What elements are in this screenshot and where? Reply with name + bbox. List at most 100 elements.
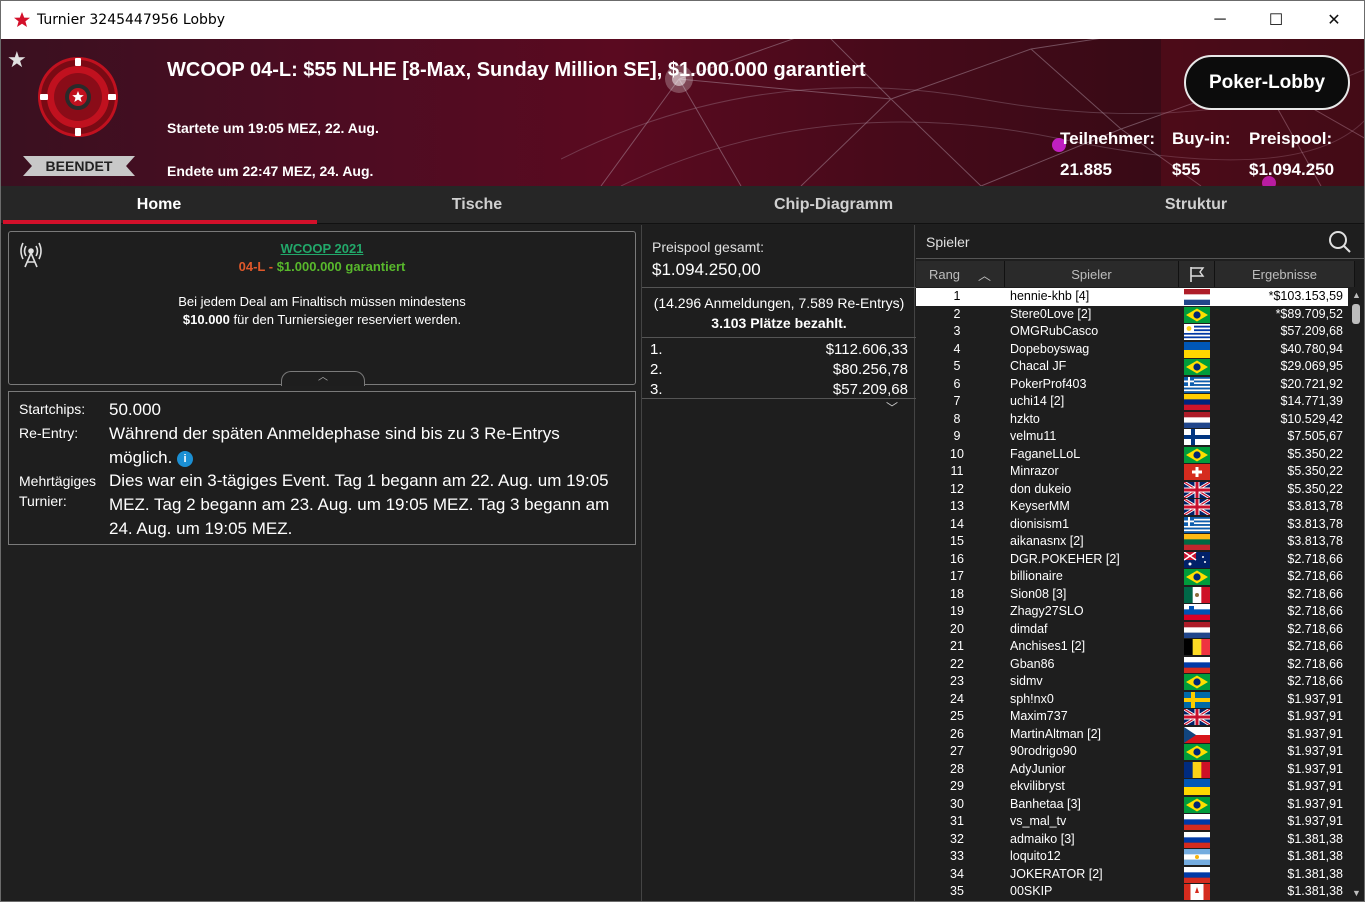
table-row[interactable]: 4 Dopeboyswag $40.780,94	[916, 341, 1348, 359]
table-row[interactable]: 18 Sion08 [3] $2.718,66	[916, 586, 1348, 604]
minimize-button[interactable]: ─	[1197, 1, 1243, 39]
country-flag-icon	[1184, 831, 1210, 848]
column-player[interactable]: Spieler	[1005, 261, 1179, 287]
player-payout: $3.813,78	[1287, 534, 1343, 548]
country-flag-icon	[1183, 497, 1211, 517]
table-row[interactable]: 7 uchi14 [2] $14.771,39	[916, 393, 1348, 411]
tab-structure[interactable]: Struktur	[1026, 186, 1364, 224]
player-name: sidmv	[1010, 674, 1043, 688]
collapse-toggle[interactable]: ︿	[281, 371, 365, 386]
players-scrollbar[interactable]: ▲ ▼	[1350, 288, 1362, 900]
table-row[interactable]: 26 MartinAltman [2] $1.937,91	[916, 726, 1348, 744]
table-row[interactable]: 2 Stere0Love [2] *$89.709,52	[916, 306, 1348, 324]
table-row[interactable]: 11 Minrazor $5.350,22	[916, 463, 1348, 481]
tab-tables[interactable]: Tische	[317, 186, 637, 224]
tab-home-label: Home	[136, 196, 182, 213]
table-row[interactable]: 10 FaganeLLoL $5.350,22	[916, 446, 1348, 464]
player-name: Maxim737	[1010, 709, 1068, 723]
table-row[interactable]: 33 loquito12 $1.381,38	[916, 848, 1348, 866]
column-rank[interactable]: Rang ︿	[916, 261, 1005, 287]
favorite-star-icon[interactable]: ★	[7, 47, 27, 73]
table-row[interactable]: 27 90rodrigo90 $1.937,91	[916, 743, 1348, 761]
startchips-value: 50.000	[109, 400, 161, 419]
table-row[interactable]: 28 AdyJunior $1.937,91	[916, 761, 1348, 779]
search-icon[interactable]	[1328, 230, 1352, 254]
reentry-info: Während der späten Anmeldephase sind bis…	[109, 422, 624, 470]
country-flag-icon	[1184, 656, 1210, 673]
player-payout: $2.718,66	[1287, 551, 1343, 566]
maximize-button[interactable]: ☐	[1253, 1, 1299, 39]
player-payout: $29.069,95	[1280, 359, 1343, 373]
place-position: 3.	[650, 381, 663, 398]
country-flag-icon	[1184, 761, 1211, 778]
table-row[interactable]: 34 JOKERATOR [2] $1.381,38	[916, 866, 1348, 884]
title-bar: Turnier 3245447956 Lobby ─ ☐ ✕	[1, 1, 1364, 39]
table-row[interactable]: 25 Maxim737 $1.937,91	[916, 707, 1348, 727]
player-rank: 22	[950, 656, 964, 671]
table-row[interactable]: 1 hennie-khb [4] *$103.153,59	[916, 288, 1348, 306]
table-row[interactable]: 13 KeyserMM $3.813,78	[916, 497, 1348, 517]
scroll-down-icon[interactable]: ▼	[1352, 888, 1361, 898]
table-row[interactable]: 35 00SKIP $1.381,38	[916, 883, 1348, 901]
table-row[interactable]: 29 ekvilibryst $1.937,91	[916, 778, 1348, 796]
player-rank: 34	[950, 866, 964, 881]
close-button[interactable]: ✕	[1311, 1, 1357, 39]
table-row[interactable]: 21 Anchises1 [2] $2.718,66	[916, 638, 1348, 656]
table-row[interactable]: 17 billionaire $2.718,66	[916, 568, 1348, 586]
scrollbar-thumb[interactable]	[1352, 304, 1360, 324]
chevron-down-icon[interactable]: ﹀	[886, 399, 898, 416]
country-flag-icon	[1183, 550, 1210, 568]
column-results-label: Ergebnisse	[1251, 266, 1318, 282]
table-row[interactable]: 31 vs_mal_tv $1.937,91	[916, 813, 1348, 831]
table-row[interactable]: 6 PokerProf403 $20.721,92	[916, 376, 1348, 394]
player-payout: $1.937,91	[1287, 796, 1343, 811]
player-name: hennie-khb [4]	[1010, 289, 1090, 303]
player-rank: 28	[950, 761, 964, 776]
tab-chip-chart[interactable]: Chip-Diagramm	[641, 186, 1026, 224]
player-payout: $5.350,22	[1287, 464, 1343, 478]
table-row[interactable]: 30 Banhetaa [3] $1.937,91	[916, 796, 1348, 814]
player-rank: 7	[953, 394, 961, 408]
table-row[interactable]: 8 hzkto $10.529,42	[916, 411, 1348, 429]
table-row[interactable]: 3 OMGRubCasco $57.209,68	[916, 323, 1348, 341]
player-name: billionaire	[1010, 569, 1063, 583]
column-results[interactable]: Ergebnisse	[1215, 261, 1355, 287]
player-payout: $20.721,92	[1280, 376, 1343, 391]
prizepool-total-label: Preispool gesamt:	[652, 239, 765, 255]
player-rank: 31	[950, 814, 964, 828]
poker-lobby-button[interactable]: Poker-Lobby	[1184, 55, 1350, 110]
table-row[interactable]: 32 admaiko [3] $1.381,38	[916, 831, 1348, 849]
tab-home[interactable]: Home	[1, 186, 317, 224]
country-flag-icon	[1184, 376, 1210, 393]
country-flag-icon	[1184, 306, 1210, 323]
table-row[interactable]: 20 dimdaf $2.718,66	[916, 621, 1348, 639]
event-line: 04-L - $1.000.000 garantiert	[9, 259, 635, 274]
table-row[interactable]: 16 DGR.POKEHER [2] $2.718,66	[916, 550, 1348, 569]
series-link[interactable]: WCOOP 2021	[9, 241, 635, 256]
table-row[interactable]: 15 aikanasnx [2] $3.813,78	[916, 533, 1348, 551]
player-rank: 12	[950, 481, 964, 496]
player-payout: $7.505,67	[1287, 429, 1343, 443]
event-guarantee: $1.000.000 garantiert	[276, 259, 406, 274]
table-row[interactable]: 9 velmu11 $7.505,67	[916, 428, 1348, 446]
table-row[interactable]: 23 sidmv $2.718,66	[916, 673, 1348, 691]
player-payout: $2.718,66	[1287, 586, 1343, 601]
table-row[interactable]: 14 dionisism1 $3.813,78	[916, 516, 1348, 534]
table-row[interactable]: 22 Gban86 $2.718,66	[916, 656, 1348, 674]
table-row[interactable]: 5 Chacal JF $29.069,95	[916, 358, 1348, 376]
player-rank: 20	[950, 621, 964, 636]
player-name: sph!nx0	[1010, 691, 1054, 706]
players-title: Spieler	[926, 234, 970, 250]
tournament-details-box: Startchips: 50.000 Re-Entry: Während der…	[8, 391, 636, 545]
player-payout: $5.350,22	[1287, 481, 1343, 496]
player-rank: 3	[953, 324, 961, 338]
info-icon[interactable]: i	[177, 451, 194, 467]
table-row[interactable]: 19 Zhagy27SLO $2.718,66	[916, 603, 1348, 621]
country-flag-icon	[1184, 446, 1210, 463]
player-name: vs_mal_tv	[1010, 814, 1067, 828]
multiday-label-1: Mehrtägiges	[19, 473, 97, 489]
scroll-up-icon[interactable]: ▲	[1352, 290, 1361, 300]
table-row[interactable]: 12 don dukeio $5.350,22	[916, 480, 1348, 499]
table-row[interactable]: 24 sph!nx0 $1.937,91	[916, 691, 1348, 709]
column-country[interactable]	[1179, 261, 1215, 287]
